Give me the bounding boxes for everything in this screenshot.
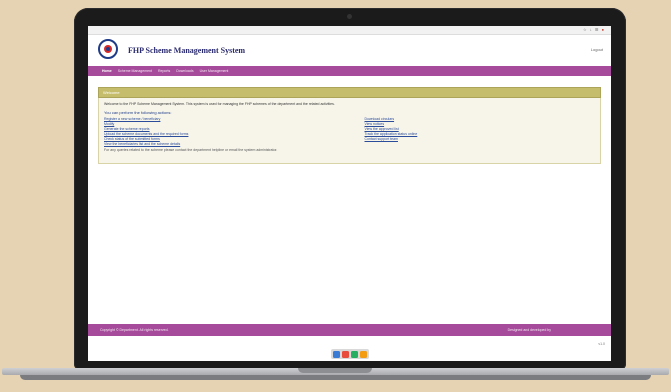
panel-header: Welcome	[98, 87, 601, 98]
laptop-base	[0, 368, 671, 392]
nav-item-downloads[interactable]: Downloads	[176, 69, 193, 73]
camera-icon	[347, 14, 352, 19]
browser-icon[interactable]	[342, 350, 349, 358]
nav-item-home[interactable]: Home	[102, 69, 112, 73]
site-title: FHP Scheme Management System	[128, 46, 246, 55]
copyright-text: Copyright © Department. All rights reser…	[100, 328, 169, 332]
browser-toolbar: ☆ ↓ ☰ ●	[88, 26, 611, 35]
logout-link[interactable]: Logout	[591, 47, 603, 52]
developer-credit[interactable]: Designed and developed by	[508, 324, 551, 336]
action-link[interactable]: Contact support team	[365, 137, 596, 142]
actions-columns: Register a new scheme / beneficiary Modi…	[104, 117, 595, 147]
nav-item-reports[interactable]: Reports	[158, 69, 170, 73]
emblem-logo	[98, 39, 118, 59]
action-link[interactable]: View the beneficiaries list and the sche…	[104, 142, 335, 147]
extension-icon[interactable]: ●	[602, 27, 605, 32]
version-text: v1.0	[598, 342, 605, 346]
laptop-base-bottom	[20, 375, 651, 380]
help-note: For any queries related to the scheme pl…	[104, 148, 278, 152]
panel-body: Welcome to the FHP Scheme Management Sys…	[98, 98, 601, 164]
app-icon[interactable]	[351, 350, 358, 358]
main-nav: Home Scheme Management Reports Downloads…	[88, 66, 611, 76]
site-header: FHP Scheme Management System Logout	[88, 35, 611, 66]
folder-icon[interactable]	[360, 350, 367, 358]
toolbar-icons-text: ☆ ↓ ☰	[583, 27, 600, 32]
finder-icon[interactable]	[333, 350, 340, 358]
laptop-screen: ☆ ↓ ☰ ● FHP Scheme Management System Log…	[88, 26, 611, 361]
left-actions: Register a new scheme / beneficiary Modi…	[104, 117, 335, 147]
nav-item-user-management[interactable]: User Management	[200, 69, 229, 73]
laptop-lid: ☆ ↓ ☰ ● FHP Scheme Management System Log…	[74, 8, 626, 370]
site-footer: Copyright © Department. All rights reser…	[88, 324, 611, 336]
laptop-hinge-notch	[298, 368, 372, 373]
taskbar-dock	[331, 349, 369, 359]
intro-text: Welcome to the FHP Scheme Management Sys…	[104, 102, 335, 106]
browser-toolbar-icons[interactable]: ☆ ↓ ☰ ●	[583, 26, 605, 34]
right-actions: Download circulars View notices View the…	[365, 117, 596, 147]
nav-item-scheme-management[interactable]: Scheme Management	[118, 69, 152, 73]
main-content: Welcome Welcome to the FHP Scheme Manage…	[98, 87, 601, 164]
actions-heading: You can perform the following actions:	[104, 110, 172, 115]
